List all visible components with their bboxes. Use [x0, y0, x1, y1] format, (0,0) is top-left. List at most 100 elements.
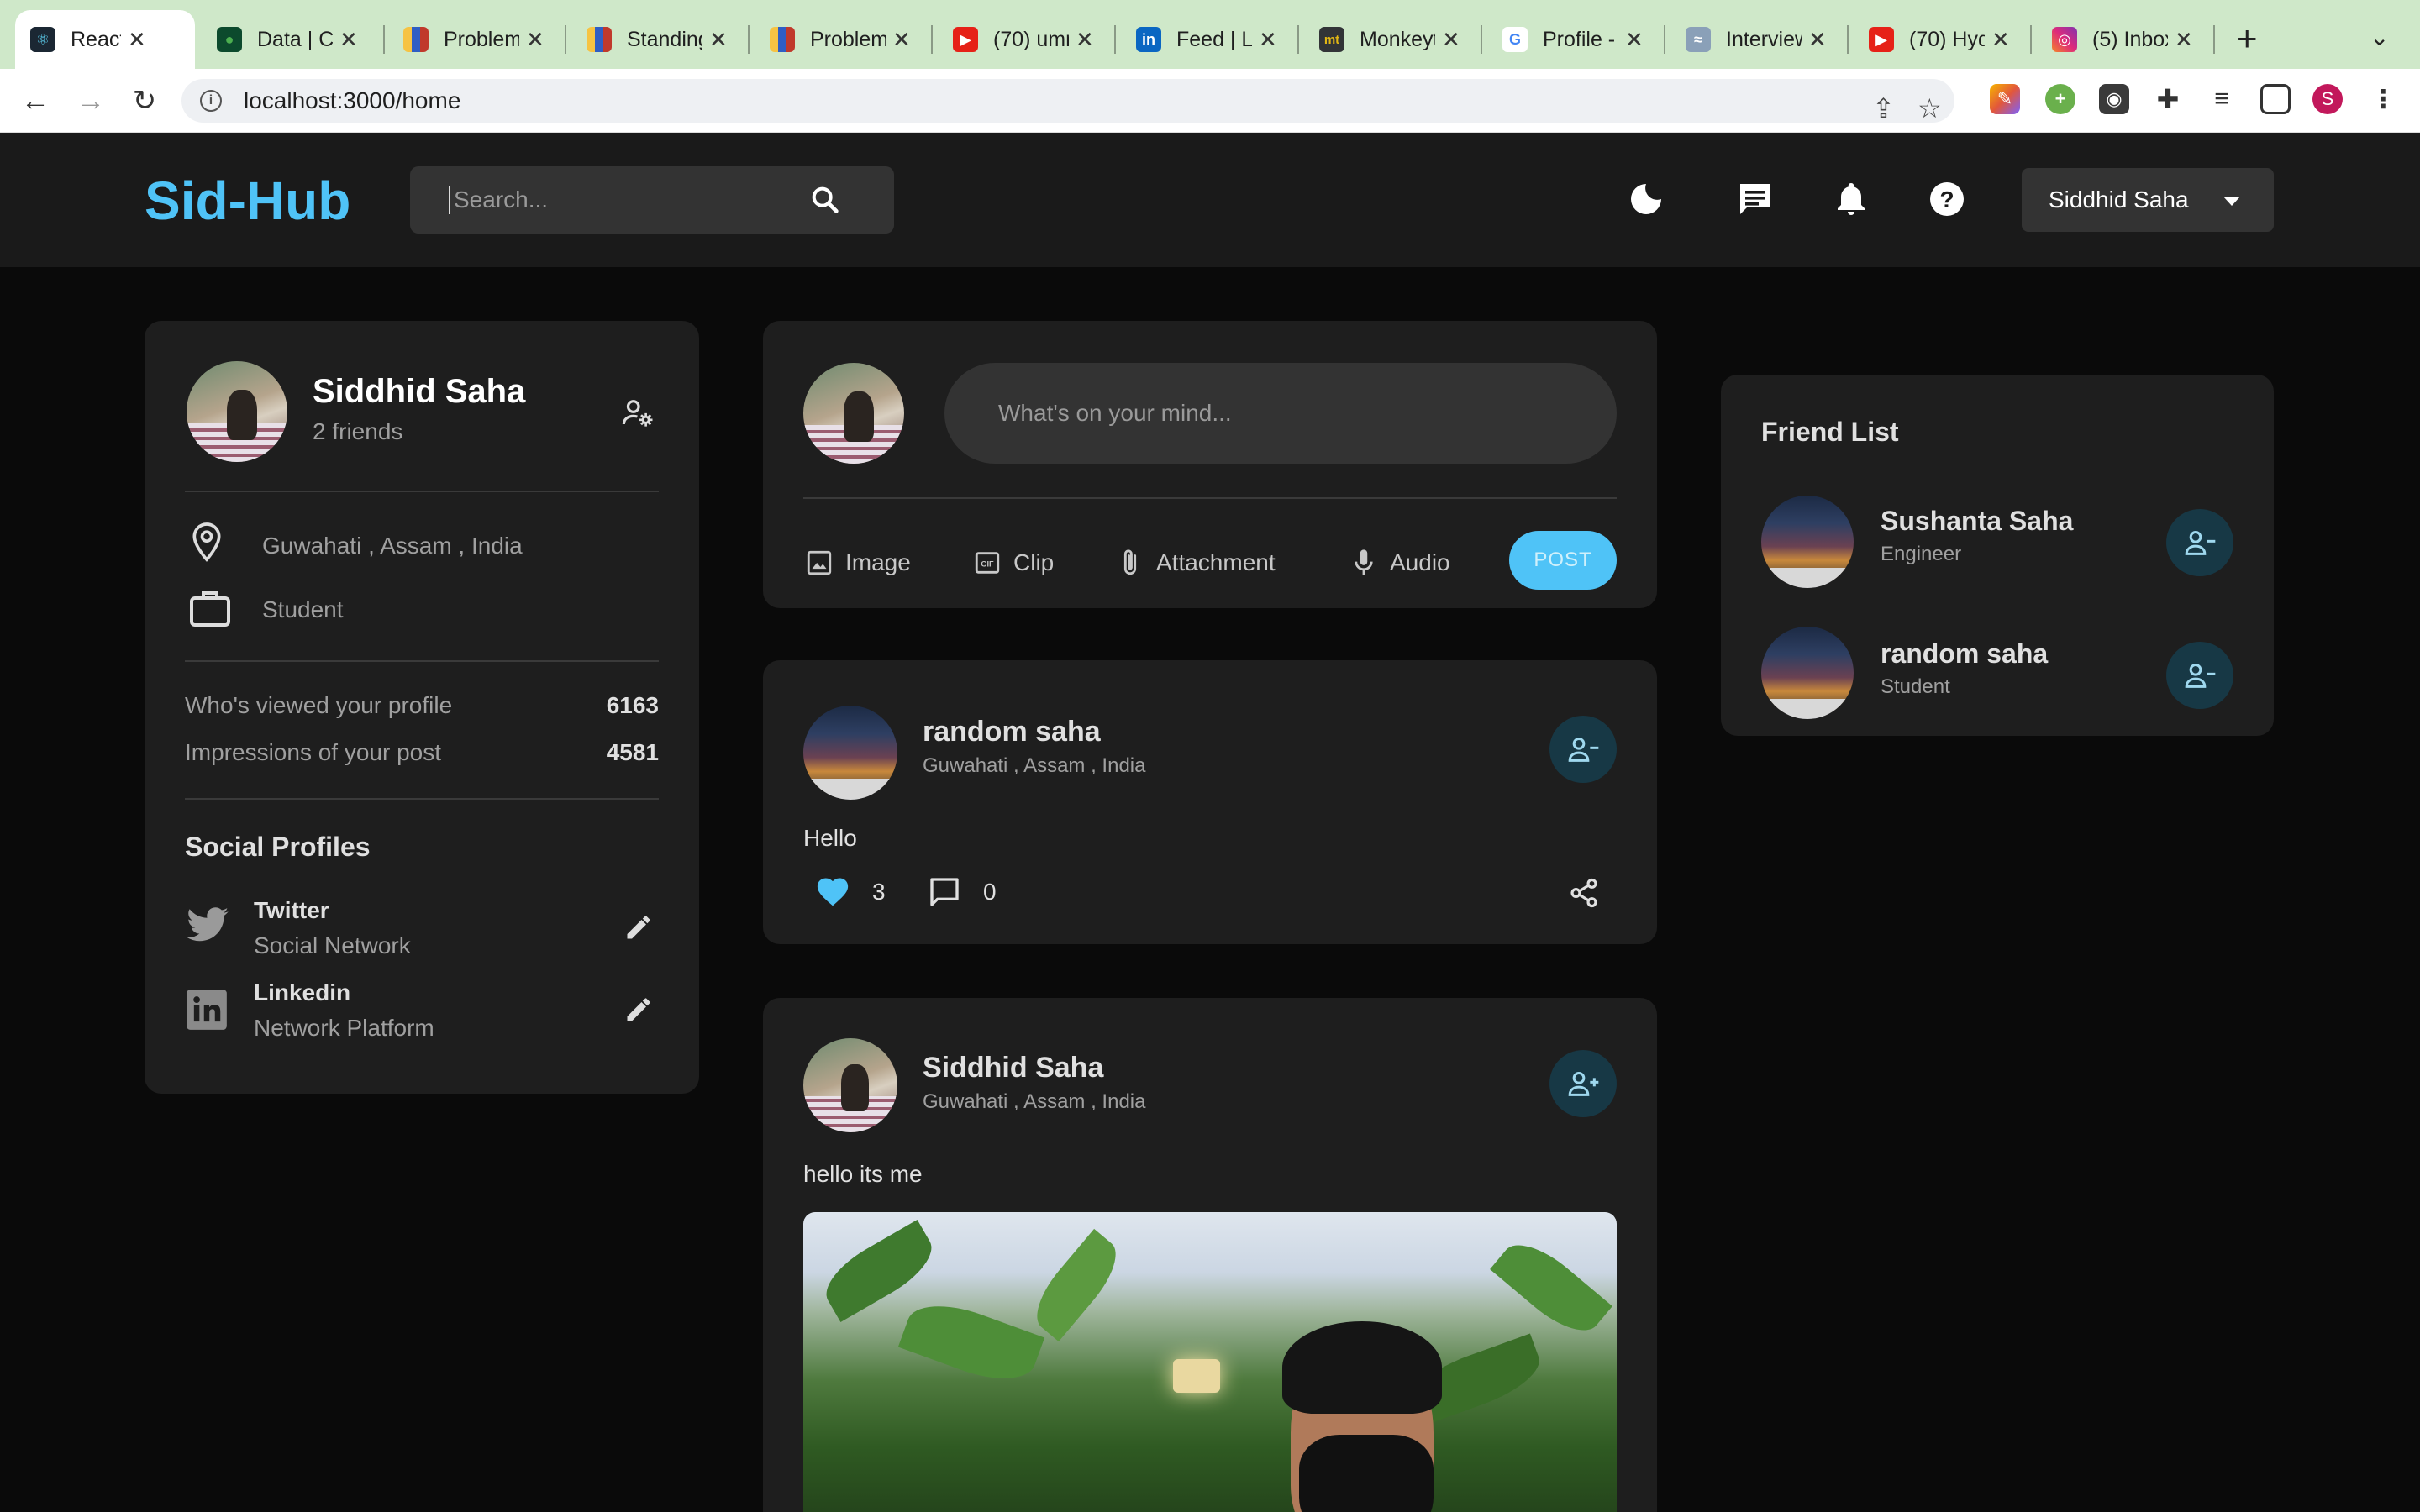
- remove-friend-button[interactable]: [2166, 642, 2233, 709]
- audio-attach-label: Audio: [1390, 549, 1450, 575]
- back-arrow-icon[interactable]: ←: [15, 81, 55, 121]
- interview-favicon-icon: ≈: [1686, 27, 1711, 52]
- tab-interview[interactable]: ≈ Interview ✕: [1670, 10, 1842, 69]
- search-input[interactable]: [454, 186, 773, 213]
- social-name-linkedin[interactable]: Linkedin: [254, 979, 350, 1006]
- manage-account-icon[interactable]: [620, 395, 655, 434]
- friend-list-card: Friend List Sushanta Saha Engineer rando…: [1721, 375, 2274, 736]
- tab-label: Problems: [810, 27, 886, 51]
- tab-problems[interactable]: Problems ✕: [388, 10, 560, 69]
- like-heart-icon[interactable]: [815, 875, 850, 911]
- address-bar[interactable]: i localhost:3000/home ⇪ ☆: [182, 79, 1954, 123]
- close-icon[interactable]: ✕: [1442, 27, 1460, 53]
- post-button[interactable]: POST: [1509, 531, 1617, 590]
- tab-label: (70) Hyd: [1909, 27, 1985, 51]
- profile-card: Siddhid Saha 2 friends Guwahati , Assam …: [145, 321, 699, 1094]
- add-friend-button[interactable]: [1549, 1050, 1617, 1117]
- tab-linkedin[interactable]: in Feed | LinkedIn ✕: [1121, 10, 1292, 69]
- monkeytype-favicon-icon: mt: [1319, 27, 1344, 52]
- app-logo[interactable]: Sid-Hub: [145, 170, 350, 232]
- search-icon[interactable]: [808, 183, 842, 221]
- close-icon[interactable]: ✕: [526, 27, 544, 53]
- close-icon[interactable]: ✕: [339, 27, 358, 53]
- post-author-avatar[interactable]: [803, 1038, 897, 1132]
- profile-name[interactable]: Siddhid Saha: [313, 373, 525, 411]
- share-icon[interactable]: ⇪: [1872, 92, 1895, 124]
- tab-separator: [1481, 25, 1482, 54]
- notifications-bell-icon[interactable]: [1830, 178, 1872, 220]
- attachment-button[interactable]: Attachment: [1116, 546, 1276, 580]
- profile-avatar[interactable]: S: [2312, 84, 2343, 114]
- profile-views-label: Who's viewed your profile: [185, 692, 453, 718]
- tab-youtube-1[interactable]: ▶ (70) umm ✕: [938, 10, 1109, 69]
- tab-instagram[interactable]: ◎ (5) Inbox ✕: [2037, 10, 2208, 69]
- remove-friend-button[interactable]: [2166, 509, 2233, 576]
- share-icon[interactable]: [1568, 877, 1600, 913]
- photo-foliage: [1023, 1228, 1129, 1342]
- instagram-favicon-icon: ◎: [2052, 27, 2077, 52]
- close-icon[interactable]: ✕: [1808, 27, 1827, 53]
- bookmark-star-icon[interactable]: ☆: [1918, 92, 1942, 124]
- extension-spy-icon[interactable]: ◉: [2099, 84, 2129, 114]
- media-queue-icon[interactable]: ≡: [2207, 84, 2237, 114]
- social-name-twitter[interactable]: Twitter: [254, 897, 329, 924]
- tab-standings[interactable]: Standings ✕: [571, 10, 743, 69]
- audio-attach-button[interactable]: Audio: [1349, 546, 1450, 580]
- post-image[interactable]: [803, 1212, 1617, 1512]
- friend-name[interactable]: random saha: [1881, 638, 2048, 669]
- friend-name[interactable]: Sushanta Saha: [1881, 506, 2073, 537]
- friend-role: Engineer: [1881, 543, 1962, 565]
- image-attach-button[interactable]: Image: [805, 546, 911, 580]
- tab-search-chevron-icon[interactable]: ⌄: [2370, 24, 2389, 51]
- dropdown-arrow-icon: [2223, 197, 2240, 206]
- remove-friend-button[interactable]: [1549, 716, 1617, 783]
- friend-avatar[interactable]: [1761, 496, 1854, 588]
- new-tab-button[interactable]: +: [2237, 18, 2258, 59]
- post-input[interactable]: What's on your mind...: [944, 363, 1617, 464]
- post-text: hello its me: [803, 1161, 923, 1187]
- post-author-avatar[interactable]: [803, 706, 897, 800]
- tab-profile-google[interactable]: G Profile - Google ✕: [1487, 10, 1659, 69]
- close-icon[interactable]: ✕: [128, 27, 146, 53]
- close-icon[interactable]: ✕: [2175, 27, 2193, 53]
- friend-avatar[interactable]: [1761, 627, 1854, 719]
- tab-monkeytype[interactable]: mt Monkeytype ✕: [1304, 10, 1476, 69]
- forward-arrow-icon[interactable]: →: [71, 81, 111, 121]
- browser-menu-icon[interactable]: ⋮: [2368, 84, 2398, 114]
- tab-youtube-2[interactable]: ▶ (70) Hyd ✕: [1854, 10, 2025, 69]
- url-text[interactable]: localhost:3000/home: [244, 87, 460, 114]
- mongodb-favicon-icon: ●: [217, 27, 242, 52]
- tab-separator: [2213, 25, 2215, 54]
- youtube-favicon-icon: ▶: [1869, 27, 1894, 52]
- edit-pencil-icon[interactable]: [623, 912, 654, 947]
- side-panel-icon[interactable]: [2260, 84, 2291, 114]
- close-icon[interactable]: ✕: [1076, 27, 1094, 53]
- post-author-name[interactable]: Siddhid Saha: [923, 1052, 1103, 1084]
- reload-icon[interactable]: ↻: [124, 81, 165, 121]
- tab-problems-2[interactable]: Problems ✕: [755, 10, 926, 69]
- search-box[interactable]: [410, 166, 894, 234]
- edit-pencil-icon[interactable]: [623, 995, 654, 1029]
- clip-attach-button[interactable]: GIF Clip: [973, 546, 1054, 580]
- close-icon[interactable]: ✕: [709, 27, 728, 53]
- post-author-name[interactable]: random saha: [923, 716, 1101, 748]
- help-icon[interactable]: ?: [1926, 178, 1968, 220]
- tab-data-cloud[interactable]: ● Data | Cloud ✕: [202, 10, 385, 69]
- site-info-icon[interactable]: i: [200, 90, 222, 112]
- close-icon[interactable]: ✕: [1259, 27, 1277, 53]
- close-icon[interactable]: ✕: [1991, 27, 2010, 53]
- dark-mode-moon-icon[interactable]: [1625, 178, 1667, 220]
- tab-label: React App: [71, 27, 121, 51]
- extension-color-icon[interactable]: ✎: [1990, 84, 2020, 114]
- extension-plus-icon[interactable]: +: [2045, 84, 2075, 114]
- tab-react-app[interactable]: ⚛ React App ✕: [15, 10, 195, 69]
- close-icon[interactable]: ✕: [1625, 27, 1644, 53]
- profile-occupation: Student: [262, 596, 344, 622]
- profile-avatar-image[interactable]: [187, 361, 287, 462]
- close-icon[interactable]: ✕: [892, 27, 911, 53]
- user-select-dropdown[interactable]: Siddhid Saha: [2022, 168, 2274, 232]
- comment-count: 0: [983, 879, 997, 905]
- comment-icon[interactable]: [928, 875, 961, 913]
- messages-icon[interactable]: [1734, 178, 1776, 220]
- extensions-puzzle-icon[interactable]: ✚: [2153, 84, 2183, 114]
